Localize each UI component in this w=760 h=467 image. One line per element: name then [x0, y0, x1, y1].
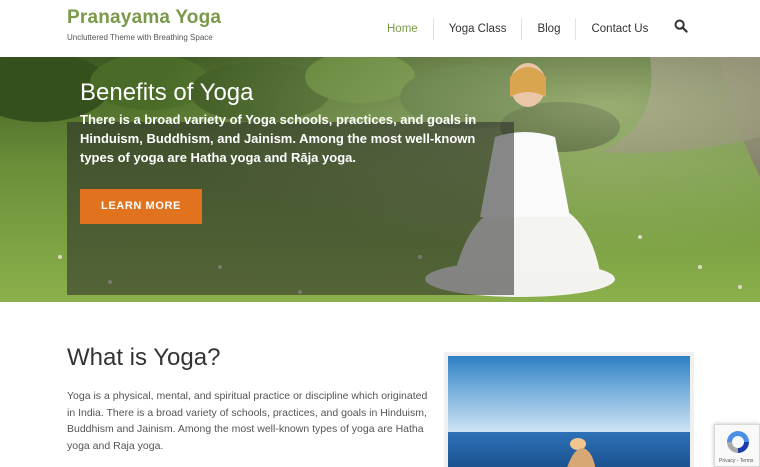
nav-item-contact-us[interactable]: Contact Us [576, 18, 663, 40]
section-title: What is Yoga? [67, 344, 221, 371]
nav-item-home[interactable]: Home [372, 17, 434, 40]
search-icon[interactable] [674, 19, 688, 33]
recaptcha-icon [727, 431, 749, 453]
site-tagline: Uncluttered Theme with Breathing Space [67, 33, 213, 42]
nav-item-blog[interactable]: Blog [522, 17, 577, 40]
nav-item-yoga-class[interactable]: Yoga Class [434, 17, 523, 40]
section-text: Yoga is a physical, mental, and spiritua… [67, 390, 428, 452]
recaptcha-badge[interactable]: Privacy - Terms [714, 424, 760, 467]
learn-more-button[interactable]: LEARN MORE [80, 189, 202, 224]
yoga-image [444, 352, 694, 467]
main-nav: Home Yoga Class Blog Contact Us [372, 0, 663, 57]
site-header: Pranayama Yoga Uncluttered Theme with Br… [0, 0, 760, 57]
recaptcha-privacy-terms[interactable]: Privacy - Terms [719, 458, 753, 464]
site-title[interactable]: Pranayama Yoga [67, 7, 221, 29]
hero-title: Benefits of Yoga [80, 79, 254, 106]
hero-text: There is a broad variety of Yoga schools… [80, 112, 477, 165]
